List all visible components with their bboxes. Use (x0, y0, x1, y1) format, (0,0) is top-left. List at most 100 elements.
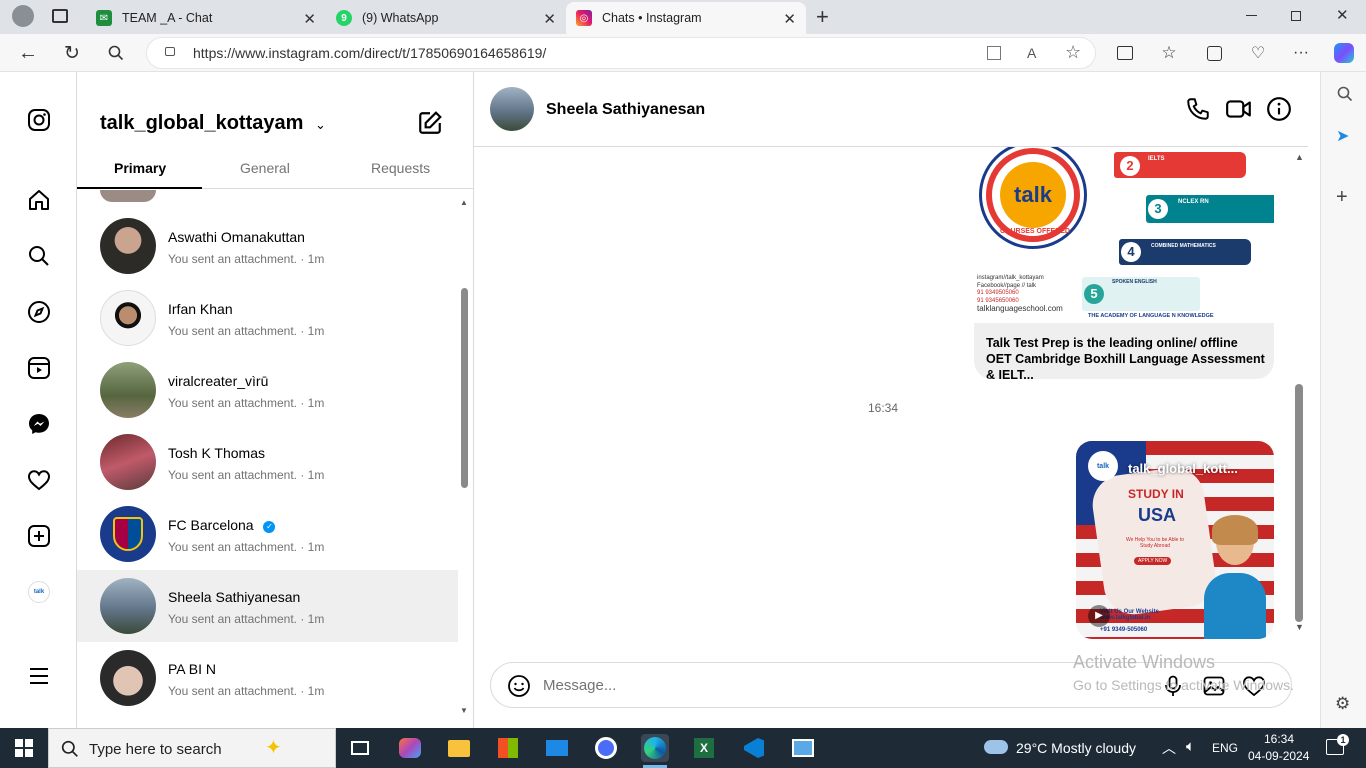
scrollbar-thumb[interactable] (461, 288, 468, 488)
tab-actions-icon[interactable] (52, 9, 68, 23)
scrollbar-thumb[interactable] (1295, 384, 1303, 622)
search-icon[interactable] (25, 242, 53, 270)
new-tab-icon[interactable]: + (816, 4, 829, 30)
photos-app-icon[interactable] (789, 734, 817, 762)
tab-general[interactable]: General (240, 160, 290, 176)
reels-icon[interactable] (25, 354, 53, 382)
refresh-icon[interactable]: ↻ (61, 42, 83, 64)
volume-icon[interactable]: 🔈︎ (1186, 738, 1195, 755)
reel-play-icon[interactable]: ▶ (1088, 605, 1110, 627)
tab-requests[interactable]: Requests (371, 160, 430, 176)
conversation-row-selected[interactable]: Sheela Sathiyanesan You sent an attachme… (77, 570, 458, 642)
microsoft-store-icon[interactable] (494, 734, 522, 762)
copilot-icon[interactable] (1333, 42, 1355, 64)
scroll-up-arrow-icon[interactable]: ▲ (1295, 152, 1304, 162)
contact-name[interactable]: Sheela Sathiyanesan (546, 101, 705, 119)
shared-post-card[interactable]: talk COURSES OFFERED 2 IELTS 3 NCLEX RN … (974, 147, 1274, 379)
weather-cloud-icon[interactable] (984, 740, 1008, 754)
close-icon[interactable]: ✕ (543, 10, 556, 28)
more-menu-icon[interactable]: ··· (1290, 42, 1312, 64)
weather-text[interactable]: 29°C Mostly cloudy (1016, 740, 1136, 756)
avatar (100, 218, 156, 274)
apps-icon[interactable] (987, 46, 1001, 60)
clock-date[interactable]: 04-09-2024 (1248, 749, 1309, 763)
shared-reel-card[interactable]: STUDY IN USA We Help You to be Able to S… (1076, 441, 1274, 639)
create-icon[interactable] (25, 522, 53, 550)
reel-website: Visit Us Our Website www.talkglobal.in (1100, 609, 1159, 621)
tab-primary[interactable]: Primary (114, 160, 166, 176)
message-input[interactable]: Message... (543, 677, 616, 694)
edge-browser-icon[interactable] (641, 734, 669, 762)
copilot-app-icon[interactable] (396, 734, 424, 762)
conversation-row[interactable]: Tosh K Thomas You sent an attachment. · … (77, 426, 458, 498)
favorite-star-icon[interactable]: ☆ (1065, 37, 1081, 67)
sidebar-search-icon[interactable] (1337, 86, 1353, 107)
task-view-icon[interactable] (346, 734, 374, 762)
lock-icon[interactable] (165, 47, 175, 56)
conversation-preview: You sent an attachment. · 1m (168, 324, 325, 338)
clock-time[interactable]: 16:34 (1264, 732, 1294, 746)
search-icon[interactable] (105, 42, 127, 64)
messenger-icon[interactable] (25, 410, 53, 438)
emoji-icon[interactable] (507, 674, 531, 703)
excel-icon[interactable]: X (690, 734, 718, 762)
sidebar-settings-icon[interactable]: ⚙ (1335, 694, 1350, 714)
conversation-row[interactable]: FC Barcelona ✓ You sent an attachment. ·… (77, 498, 458, 570)
read-aloud-icon[interactable]: A (1027, 38, 1036, 68)
show-hidden-icons-icon[interactable]: ︿ (1162, 738, 1176, 758)
conversation-row[interactable]: viralcreater_vìrū You sent an attachment… (77, 354, 458, 426)
tab-whatsapp[interactable]: 9 (9) WhatsApp ✕ (326, 2, 566, 34)
mail-icon[interactable] (543, 734, 571, 762)
close-window-icon[interactable]: ✕ (1336, 6, 1349, 24)
scroll-down-arrow-icon[interactable]: ▼ (1295, 622, 1304, 632)
close-icon[interactable]: ✕ (783, 10, 796, 28)
reel-account-name: talk_global_kott... (1128, 461, 1238, 476)
conversation-row[interactable]: Irfan Khan You sent an attachment. · 1m (77, 282, 458, 354)
zoom-app-icon[interactable] (592, 734, 620, 762)
tab-title: Chats • Instagram (602, 11, 702, 25)
split-screen-icon[interactable] (1114, 42, 1136, 64)
conversation-row[interactable]: PA BI N You sent an attachment. · 1m (77, 642, 458, 714)
chat-panel: Sheela Sathiyanesan talk COURSES OFFERED… (474, 72, 1308, 728)
account-switcher[interactable]: talk_global_kottayam ⌄ (100, 112, 326, 135)
restore-icon[interactable] (1291, 11, 1301, 21)
profile-avatar-icon[interactable]: talk (25, 578, 53, 606)
windows-start-icon[interactable] (10, 734, 38, 762)
close-icon[interactable]: ✕ (303, 10, 316, 28)
chat-scrollbar[interactable]: ▲ ▼ (1292, 152, 1308, 722)
more-menu-icon[interactable] (25, 662, 53, 690)
add-sidebar-icon[interactable]: + (1336, 186, 1348, 209)
favorites-icon[interactable]: ☆ (1158, 42, 1180, 64)
tab-instagram[interactable]: ◎ Chats • Instagram ✕ (566, 2, 806, 34)
scroll-up-arrow-icon[interactable]: ▲ (460, 198, 468, 207)
vscode-icon[interactable] (740, 734, 768, 762)
taskbar-search[interactable]: Type here to search ✦ (48, 728, 336, 768)
chevron-down-icon: ⌄ (314, 117, 326, 132)
tab-google-chat[interactable]: ✉ TEAM _A - Chat ✕ (86, 2, 326, 34)
minimize-icon[interactable] (1246, 15, 1257, 16)
browser-tab-bar: ✉ TEAM _A - Chat ✕ 9 (9) WhatsApp ✕ ◎ Ch… (0, 0, 1366, 34)
new-message-icon[interactable] (417, 110, 443, 141)
browser-essentials-icon[interactable]: ♡ (1247, 42, 1269, 64)
video-call-icon[interactable] (1225, 96, 1253, 124)
instagram-logo-icon[interactable] (25, 106, 53, 134)
inbox-scrollbar[interactable]: ▲ ▼ (459, 198, 469, 718)
scroll-down-arrow-icon[interactable]: ▼ (460, 706, 468, 715)
explore-icon[interactable] (25, 298, 53, 326)
file-explorer-icon[interactable] (445, 734, 473, 762)
collections-icon[interactable] (1203, 42, 1225, 64)
notifications-heart-icon[interactable] (25, 466, 53, 494)
conversation-info-icon[interactable] (1266, 96, 1294, 124)
home-icon[interactable] (25, 186, 53, 214)
reel-blurb: We Help You to be Able to Study Abroad (1125, 537, 1184, 549)
phone-call-icon[interactable] (1185, 96, 1213, 124)
search-highlight-icon[interactable]: ✦ (265, 735, 282, 760)
conversation-row[interactable]: Aswathi Omanakuttan You sent an attachme… (77, 210, 458, 282)
contact-avatar[interactable] (490, 87, 534, 131)
back-icon[interactable]: ← (17, 42, 39, 64)
telegram-icon[interactable]: ➤ (1336, 126, 1349, 146)
input-language[interactable]: ENG (1212, 741, 1238, 755)
url-field[interactable]: https://www.instagram.com/direct/t/17850… (146, 37, 1096, 69)
profile-avatar[interactable] (12, 5, 34, 27)
whatsapp-icon: 9 (336, 10, 352, 26)
